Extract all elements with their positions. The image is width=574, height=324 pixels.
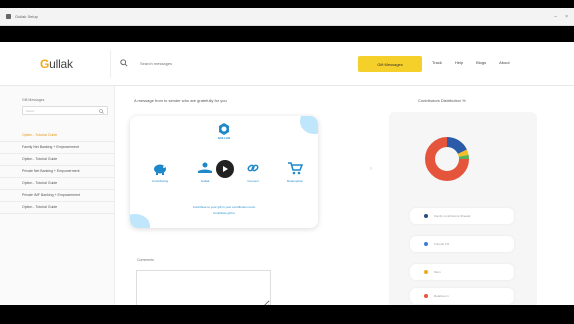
legend-dot (424, 242, 428, 246)
step-contributing: Contributing (145, 160, 175, 183)
sidebar-item[interactable]: Option - Tutorial Guide (0, 130, 115, 142)
legend-item: Mom (410, 264, 514, 280)
legend-label: Mom (434, 270, 441, 274)
top-nav: Track Help Blogs About (432, 60, 510, 65)
hand-coin-icon (198, 162, 212, 173)
step-label: Gullak (200, 179, 210, 183)
legend-item: Family contributors Sheetal (410, 208, 514, 224)
nav-about[interactable]: About (499, 60, 509, 65)
search-input[interactable] (140, 56, 345, 70)
comments-textarea[interactable] (136, 270, 271, 305)
logo[interactable]: Gullak (40, 57, 73, 71)
card-link-line-2[interactable]: Contribute gift to (130, 210, 318, 216)
right-panel-title: Contributors Distribution % (418, 98, 466, 103)
step-label: Contributing (151, 179, 169, 183)
play-button[interactable] (216, 160, 234, 178)
legend-label: Relatives 1 (434, 294, 449, 298)
decorative-blob (300, 116, 318, 134)
legend-dot (424, 270, 428, 274)
title-bar: Gullak Setup – × (0, 8, 574, 26)
header-divider (110, 50, 111, 78)
step-connect: Connect (238, 160, 268, 183)
chevron-right-icon[interactable]: › (370, 166, 372, 172)
window-title: Gullak Setup (15, 14, 38, 19)
legend-dot (424, 214, 428, 218)
legend-label: Family contributors Sheetal (434, 214, 471, 218)
nav-track[interactable]: Track (432, 60, 442, 65)
nav-help[interactable]: Help (455, 60, 463, 65)
decorative-blob (130, 214, 150, 228)
donut-chart (425, 137, 469, 181)
sidebar-item[interactable]: Private Net Banking + Empowerment (0, 166, 115, 178)
window-controls: – × (554, 14, 568, 20)
sidebar-item[interactable]: Family Net Banking + Empowerment (0, 142, 115, 154)
step-redemption: Redemption (280, 160, 310, 183)
gift-messages-button[interactable]: Gift Messages (358, 56, 422, 72)
sidebar: Gift Messages Select Option - Tutorial G… (0, 86, 115, 305)
sidebar-item[interactable]: Option - Tutorial Guide (0, 154, 115, 166)
cart-icon (288, 162, 303, 175)
black-bar (0, 26, 574, 42)
logo-text: ullak (49, 57, 73, 71)
link-icon (247, 164, 259, 172)
black-bar-bottom (0, 305, 574, 324)
close-icon[interactable]: × (565, 14, 568, 20)
legend-item: Relatives 1 (410, 288, 514, 304)
nav-blogs[interactable]: Blogs (476, 60, 486, 65)
minimize-icon[interactable]: – (554, 14, 557, 20)
main-title: A message from to sender who are gratefu… (134, 98, 227, 103)
card-brand: GULLAK (217, 136, 231, 140)
search-icon[interactable] (120, 59, 128, 67)
step-label: Redemption (286, 179, 304, 183)
app-window: Gullak Setup – × Gullak Gift Messages Tr… (0, 8, 574, 305)
app-icon (6, 14, 11, 19)
play-icon (223, 166, 228, 172)
search-icon (99, 108, 104, 114)
site-header: Gullak Gift Messages Track Help Blogs Ab… (0, 42, 574, 86)
donut-slice-blue (446, 137, 467, 155)
legend-dot (424, 294, 428, 298)
gullak-logo-icon (219, 123, 229, 135)
comments-label: Comments (137, 258, 154, 262)
sidebar-select[interactable]: Select (22, 106, 108, 115)
sidebar-item[interactable]: Private IMF Banking + Empowerment (0, 190, 115, 202)
piggy-bank-icon (154, 164, 166, 175)
sidebar-label: Gift Messages (22, 98, 45, 102)
sidebar-item[interactable]: Option - Tutorial Guide (0, 178, 115, 190)
donut-slice-yellow (457, 149, 469, 157)
sidebar-select-placeholder: Select (26, 109, 35, 113)
video-card[interactable]: GULLAK Contributing Gullak Connect Redem… (130, 116, 318, 228)
legend-item: Friends 1% (410, 236, 514, 252)
sidebar-list: Option - Tutorial Guide Family Net Banki… (0, 130, 115, 214)
sidebar-item[interactable]: Option - Tutorial Guide (0, 202, 115, 214)
card-link[interactable]: Contribute to your gift in your contribu… (130, 204, 318, 216)
legend-label: Friends 1% (434, 242, 450, 246)
step-label: Connect (247, 179, 259, 183)
